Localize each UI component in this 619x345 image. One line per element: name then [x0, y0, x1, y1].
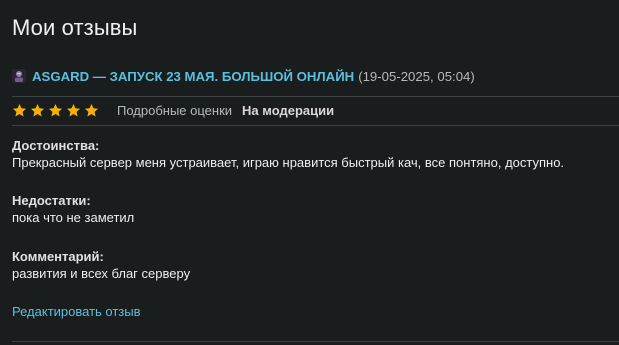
divider — [12, 341, 619, 342]
pros-section: Достоинства: Прекрасный сервер меня устр… — [12, 137, 564, 171]
comment-label: Комментарий: — [12, 249, 104, 264]
status-badge: На модерации — [242, 102, 335, 118]
pros-label: Достоинства: — [12, 138, 100, 153]
page-title: Мои отзывы — [12, 15, 138, 40]
star-rating — [12, 103, 102, 118]
review-date: (19-05-2025, 05:04) — [358, 68, 475, 84]
divider — [12, 96, 619, 97]
detailed-ratings-toggle[interactable]: Подробные оценки — [117, 103, 232, 118]
star-icon — [84, 103, 99, 116]
edit-review-link[interactable]: Редактировать отзыв — [12, 304, 141, 319]
cons-section: Недостатки: пока что не заметил — [12, 192, 134, 226]
comment-text: развития и всех благ серверу — [12, 266, 191, 281]
rating-row: Подробные оценки На модерации — [12, 101, 334, 119]
star-icon — [30, 103, 45, 116]
divider — [12, 125, 619, 126]
reviews-page: Мои отзывы ASGARD — ЗАПУСК 23 МАЯ. БОЛЬШ… — [12, 0, 619, 345]
cons-label: Недостатки: — [12, 193, 91, 208]
comment-section: Комментарий: развития и всех благ сервер… — [12, 248, 190, 282]
star-icon — [48, 103, 63, 116]
cons-text: пока что не заметил — [12, 210, 135, 225]
server-name-link[interactable]: ASGARD — ЗАПУСК 23 МАЯ. БОЛЬШОЙ ОНЛАЙН — [32, 69, 354, 84]
pros-text: Прекрасный сервер меня устраивает, играю… — [12, 155, 565, 170]
server-avatar-icon — [12, 69, 26, 83]
star-icon — [12, 103, 27, 116]
review-header: ASGARD — ЗАПУСК 23 МАЯ. БОЛЬШОЙ ОНЛАЙН (… — [12, 67, 475, 85]
star-icon — [66, 103, 81, 116]
